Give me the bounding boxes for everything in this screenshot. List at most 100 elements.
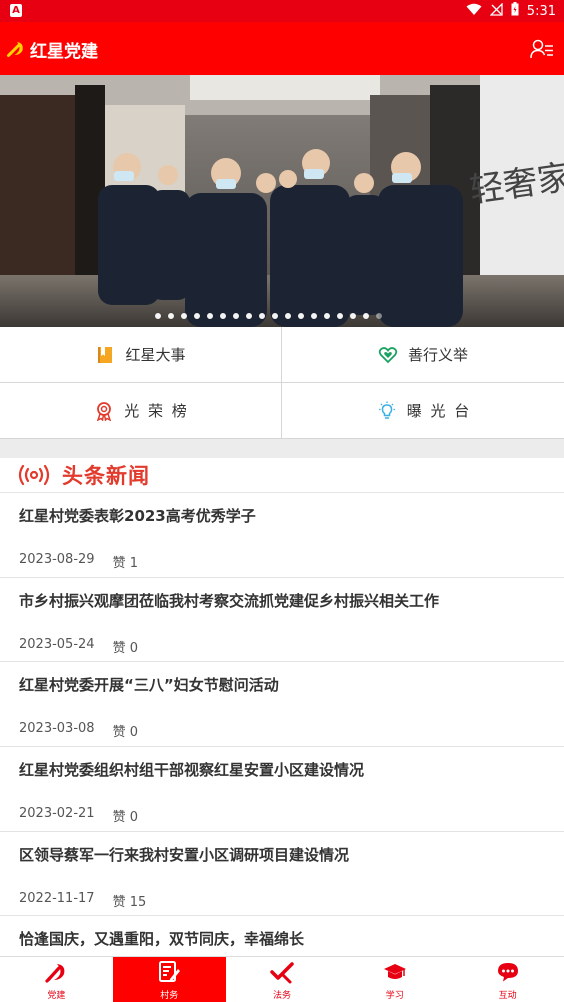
nav-village-affairs[interactable]: 村务 (112, 957, 226, 1002)
carousel-dot[interactable] (246, 313, 252, 319)
news-date: 2022-11-17 (19, 890, 95, 906)
likes-prefix: 赞 (112, 725, 126, 741)
nav-label: 村务 (160, 991, 179, 1001)
carousel-dot[interactable] (155, 313, 161, 319)
news-date: 2023-08-29 (19, 552, 95, 567)
broadcast-icon (18, 464, 50, 486)
carousel-indicator (155, 313, 382, 319)
nav-study[interactable]: 学习 (338, 957, 451, 1002)
news-likes: 赞 0 (113, 806, 138, 825)
graduation-cap-icon (383, 964, 406, 979)
carousel-dot[interactable] (376, 313, 382, 319)
news-meta: 2023-02-21 赞 0 (19, 806, 138, 825)
nav-party[interactable]: 党建 (0, 957, 113, 1002)
news-title: 红星村党委表彰2023高考优秀学子 (19, 507, 256, 525)
likes-prefix: 赞 (112, 894, 126, 910)
nav-interaction[interactable]: 互动 (451, 957, 564, 1002)
carousel-dot[interactable] (194, 313, 200, 319)
gavel-icon (270, 962, 294, 984)
news-title: 恰逢国庆，又遇重阳，双节同庆，幸福绵长 (19, 930, 305, 949)
likes-count: 0 (129, 810, 138, 826)
nav-label: 学习 (385, 991, 404, 1001)
news-item[interactable]: 红星村党委开展“三八”妇女节慰问活动 2023-03-08 赞 0 (0, 662, 564, 748)
party-emblem-icon (7, 42, 23, 57)
quick-link-honor-roll[interactable]: 光 荣 榜 (0, 383, 282, 439)
quick-link-label: 光 荣 榜 (124, 402, 187, 420)
lightbulb-icon (378, 401, 395, 419)
carousel-dot[interactable] (233, 313, 239, 319)
carousel-dot[interactable] (272, 313, 278, 319)
banner-photo: 轻奢家 (0, 75, 564, 327)
news-title: 红星村党委组织村组干部视察红星安置小区建设情况 (19, 761, 365, 780)
quick-link-label: 善行义举 (407, 346, 468, 364)
carousel-dot[interactable] (324, 313, 330, 319)
clock-time: 5:31 (526, 3, 556, 19)
nav-label: 互动 (498, 991, 517, 1001)
likes-count: 1 (129, 556, 138, 571)
status-right: 5:31 (466, 0, 556, 22)
section-divider (0, 439, 564, 458)
carousel-dot[interactable] (337, 313, 343, 319)
news-list: 红星村党委表彰2023高考优秀学子 2023-08-29 赞 1 市乡村振兴观摩… (0, 493, 564, 1001)
news-date: 2023-02-21 (19, 806, 95, 822)
app-bar: 红星党建 (0, 22, 564, 75)
news-meta: 2023-05-24 赞 0 (19, 637, 138, 656)
bottom-nav: 党建 村务 法务 学习 互动 (0, 956, 564, 1002)
news-likes: 赞 1 (113, 552, 138, 571)
carousel-dot[interactable] (285, 313, 291, 319)
news-likes: 赞 0 (113, 721, 138, 740)
carousel-dot[interactable] (220, 313, 226, 319)
carousel-dot[interactable] (207, 313, 213, 319)
carousel-dot[interactable] (311, 313, 317, 319)
medal-icon (97, 401, 112, 421)
quick-links-grid: 红星大事 善行义举 光 荣 榜 曝 光 台 (0, 327, 564, 439)
news-title: 市乡村振兴观摩团莅临我村考察交流抓党建促乡村振兴相关工作 (19, 591, 440, 610)
user-profile-icon[interactable] (530, 38, 554, 60)
nav-label: 党建 (47, 991, 66, 1001)
carousel-dot[interactable] (181, 313, 187, 319)
news-item[interactable]: 市乡村振兴观摩团莅临我村考察交流抓党建促乡村振兴相关工作 2023-05-24 … (0, 578, 564, 663)
battery-icon (511, 2, 519, 20)
likes-count: 0 (129, 725, 138, 741)
likes-prefix: 赞 (112, 640, 126, 656)
chat-bubble-icon (497, 963, 518, 982)
carousel-dot[interactable] (168, 313, 174, 319)
news-likes: 赞 15 (113, 891, 147, 910)
headline-news-title: 头条新闻 (62, 464, 150, 488)
carousel-dot[interactable] (363, 313, 369, 319)
carousel-dot[interactable] (259, 313, 265, 319)
news-item[interactable]: 区领导蔡军一行来我村安置小区调研项目建设情况 2022-11-17 赞 15 (0, 832, 564, 917)
likes-count: 15 (129, 894, 147, 910)
signal-icon (489, 1, 503, 20)
likes-count: 0 (129, 640, 138, 656)
carousel-dot[interactable] (350, 313, 356, 319)
heart-hands-icon (378, 346, 398, 363)
quick-link-label: 曝 光 台 (406, 402, 470, 420)
nav-label: 法务 (272, 991, 291, 1001)
news-date: 2023-05-24 (19, 636, 95, 652)
notification-icon: A (10, 4, 22, 17)
news-item[interactable]: 红星村党委组织村组干部视察红星安置小区建设情况 2023-02-21 赞 0 (0, 747, 564, 832)
quick-link-label: 红星大事 (125, 346, 186, 364)
party-emblem-icon (45, 964, 65, 983)
likes-prefix: 赞 (112, 810, 126, 826)
news-title: 区领导蔡军一行来我村安置小区调研项目建设情况 (19, 845, 350, 864)
banner-carousel[interactable]: 轻奢家 (0, 75, 564, 327)
quick-link-good-deeds[interactable]: 善行义举 (282, 327, 564, 383)
news-meta: 2023-03-08 赞 0 (19, 721, 138, 740)
news-title: 红星村党委开展“三八”妇女节慰问活动 (19, 676, 279, 695)
carousel-dot[interactable] (298, 313, 304, 319)
quick-link-events[interactable]: 红星大事 (0, 327, 282, 383)
headline-news-header: 头条新闻 (0, 458, 564, 493)
news-item[interactable]: 红星村党委表彰2023高考优秀学子 2023-08-29 赞 1 (0, 493, 564, 578)
news-meta: 2023-08-29 赞 1 (19, 552, 138, 571)
app-title: 红星党建 (30, 41, 98, 62)
news-date: 2023-03-08 (19, 721, 95, 737)
nav-legal[interactable]: 法务 (226, 957, 339, 1002)
likes-prefix: 赞 (112, 556, 126, 571)
news-likes: 赞 0 (113, 637, 138, 656)
quick-link-exposure[interactable]: 曝 光 台 (282, 383, 564, 439)
news-meta: 2022-11-17 赞 15 (19, 891, 146, 910)
bookmark-book-icon (98, 346, 113, 363)
app-logo: 红星党建 (6, 38, 98, 62)
